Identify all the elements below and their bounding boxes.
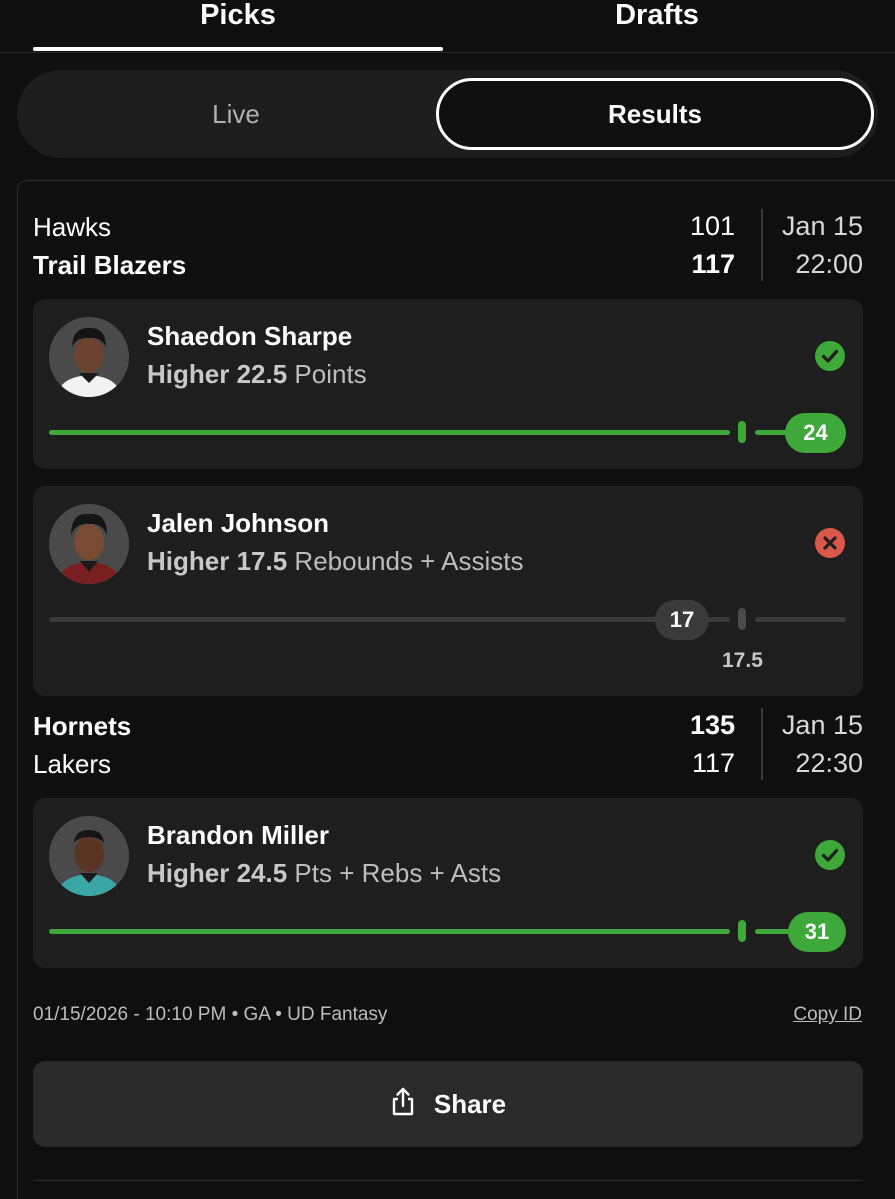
check-circle-icon: [815, 840, 845, 870]
team-score-winner: 117: [691, 249, 735, 279]
entry-meta: 01/15/2026 - 10:10 PM • GA • UD Fantasy: [33, 1004, 388, 1025]
player-avatar: [49, 504, 129, 584]
line-marker: [738, 421, 746, 443]
team-score-winner: 135: [689, 710, 735, 740]
pick-line: Higher 24.5 Pts + Rebs + Asts: [147, 858, 501, 889]
top-tabs: Picks Drafts: [0, 0, 895, 53]
result-badge: 17: [655, 600, 709, 640]
pick-direction: Higher: [147, 359, 230, 389]
pick-card[interactable]: Jalen Johnson Higher 17.5 Rebounds + Ass…: [33, 486, 863, 696]
tab-drafts[interactable]: Drafts: [452, 0, 862, 52]
game-header: Hornets Lakers 135 117 Jan 15 22:30: [33, 707, 863, 787]
divider: [761, 209, 763, 281]
x-circle-icon: [815, 528, 845, 558]
game-header: Hawks Trail Blazers 101 117 Jan 15 22:00: [33, 208, 863, 288]
pick-card[interactable]: Brandon Miller Higher 24.5 Pts + Rebs + …: [33, 798, 863, 968]
line-marker: [738, 920, 746, 942]
game-time: 22:00: [795, 249, 863, 279]
share-label: Share: [433, 1088, 507, 1119]
share-icon: [390, 1087, 416, 1122]
segment-results[interactable]: Results: [436, 78, 874, 150]
divider: [761, 708, 763, 780]
team-name: Hawks: [33, 212, 112, 242]
live-results-toggle: Live Results: [17, 70, 878, 158]
team-score: 117: [691, 748, 735, 778]
result-badge: 31: [788, 912, 846, 952]
pick-line-value: 22.5: [236, 359, 288, 389]
progress-bar-fill: [49, 929, 730, 934]
pick-line-value: 24.5: [236, 858, 288, 888]
player-name: Shaedon Sharpe: [147, 321, 353, 351]
active-tab-indicator: [33, 47, 443, 51]
line-marker-label: 17.5: [722, 649, 763, 672]
progress-bar-track: [49, 617, 730, 622]
pick-line-value: 17.5: [236, 546, 288, 576]
team-name-winner: Trail Blazers: [33, 250, 187, 280]
tab-picks[interactable]: Picks: [33, 0, 443, 52]
pick-card[interactable]: Shaedon Sharpe Higher 22.5 Points 24: [33, 299, 863, 469]
segment-live[interactable]: Live: [25, 78, 447, 150]
pick-direction: Higher: [147, 546, 230, 576]
pick-stat: Rebounds + Assists: [294, 546, 524, 576]
progress-bar-track: [755, 617, 846, 622]
player-name: Brandon Miller: [147, 820, 330, 850]
pick-stat: Pts + Rebs + Asts: [294, 858, 502, 888]
team-name-winner: Hornets: [33, 711, 132, 741]
player-avatar: [49, 816, 129, 896]
progress-bar-fill: [49, 430, 730, 435]
divider: [33, 1180, 863, 1181]
game-date: Jan 15: [781, 710, 863, 740]
player-avatar: [49, 317, 129, 397]
pick-line: Higher 22.5 Points: [147, 359, 367, 390]
game-time: 22:30: [795, 748, 863, 778]
player-name: Jalen Johnson: [147, 508, 330, 538]
result-badge: 24: [785, 413, 846, 453]
copy-id-link[interactable]: Copy ID: [793, 1004, 862, 1026]
share-button[interactable]: Share: [33, 1061, 863, 1147]
check-circle-icon: [815, 341, 845, 371]
pick-stat: Points: [294, 359, 367, 389]
team-score: 101: [689, 211, 735, 241]
pick-line: Higher 17.5 Rebounds + Assists: [147, 546, 524, 577]
line-marker: [738, 608, 746, 630]
pick-direction: Higher: [147, 858, 230, 888]
team-name: Lakers: [33, 749, 112, 779]
game-date: Jan 15: [781, 211, 863, 241]
